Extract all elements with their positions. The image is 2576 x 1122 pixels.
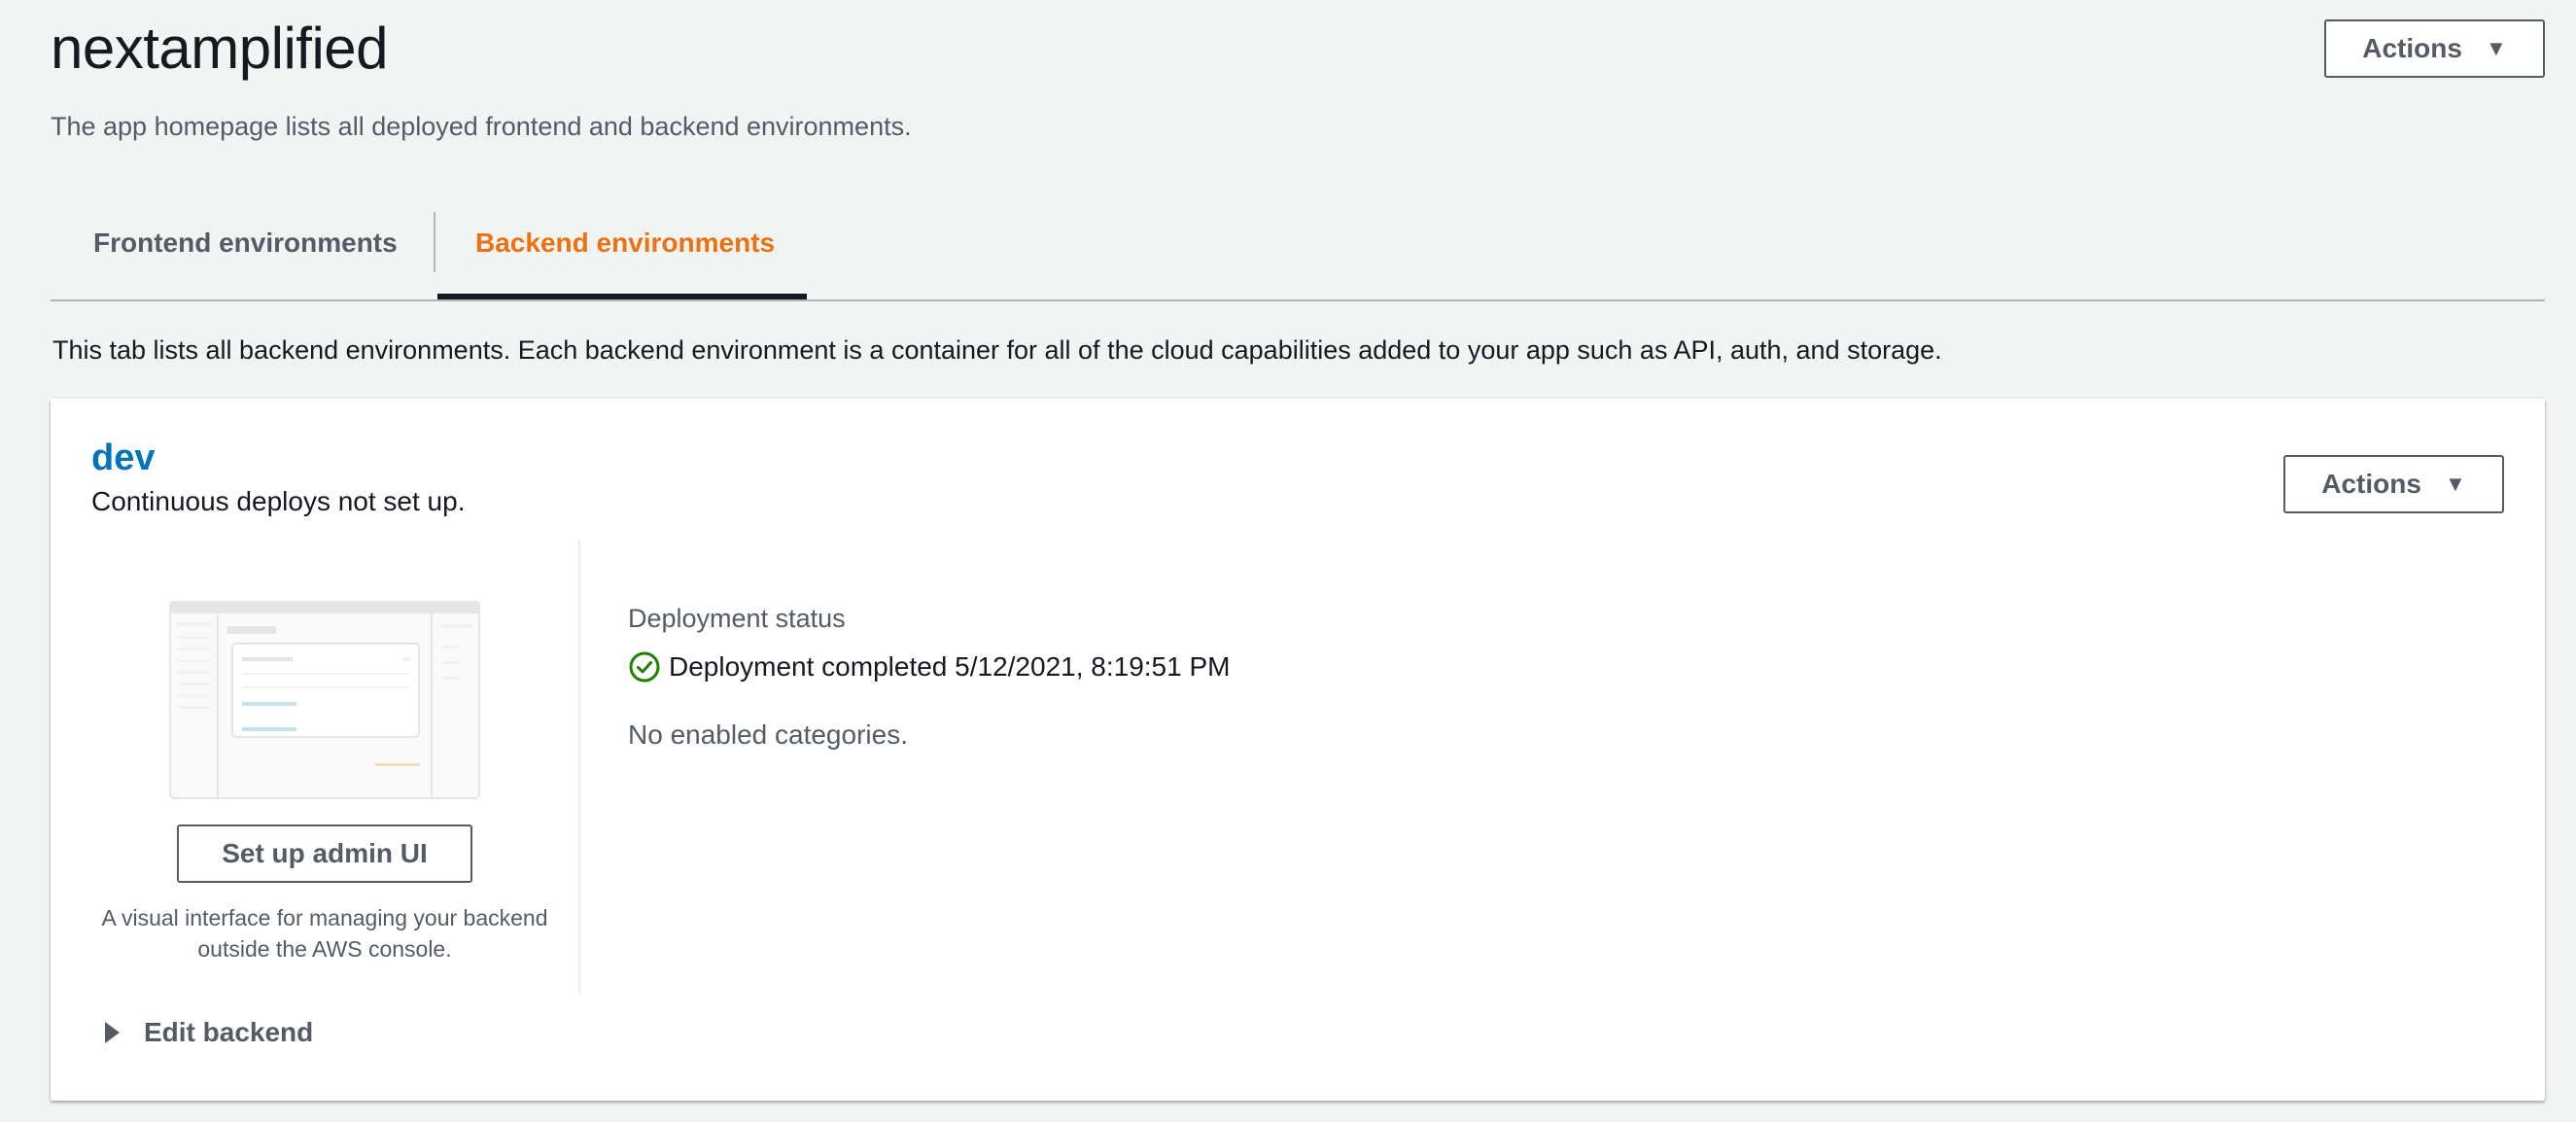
caret-down-icon: ▼ (2444, 472, 2466, 496)
admin-ui-description: A visual interface for managing your bac… (101, 905, 548, 962)
caret-down-icon: ▼ (2485, 36, 2507, 60)
environment-actions-label: Actions (2321, 469, 2421, 499)
tabs-divider (51, 299, 2545, 301)
actions-label: Actions (2362, 33, 2462, 63)
tab-separator (434, 212, 435, 272)
actions-dropdown-button[interactable]: Actions ▼ (2324, 19, 2545, 78)
success-check-icon (629, 651, 660, 683)
deployment-status-label: Deployment status (628, 604, 846, 633)
environment-name-link[interactable]: dev (91, 436, 155, 480)
column-divider (578, 540, 580, 995)
deployment-status: Deployment completed 5/12/2021, 8:19:51 … (628, 649, 1230, 684)
tab-description: This tab lists all backend environments.… (52, 335, 1942, 365)
enabled-categories-text: No enabled categories. (628, 719, 908, 750)
caret-right-icon (105, 1022, 120, 1043)
page-title: nextamplified (51, 16, 389, 81)
tab-backend-environments[interactable]: Backend environments (475, 226, 775, 261)
tab-frontend-environments[interactable]: Frontend environments (93, 226, 398, 261)
environment-actions-button[interactable]: Actions ▼ (2283, 455, 2504, 513)
admin-ui-preview-illustration (169, 601, 480, 799)
edit-backend-expander[interactable]: Edit backend (101, 1015, 313, 1050)
edit-backend-label: Edit backend (144, 1017, 314, 1047)
environment-subtitle: Continuous deploys not set up. (91, 486, 466, 516)
active-tab-indicator (437, 294, 807, 299)
page-subtitle: The app homepage lists all deployed fron… (51, 112, 912, 141)
deployment-status-text: Deployment completed 5/12/2021, 8:19:51 … (669, 651, 1231, 682)
set-up-admin-ui-button[interactable]: Set up admin UI (177, 824, 472, 883)
